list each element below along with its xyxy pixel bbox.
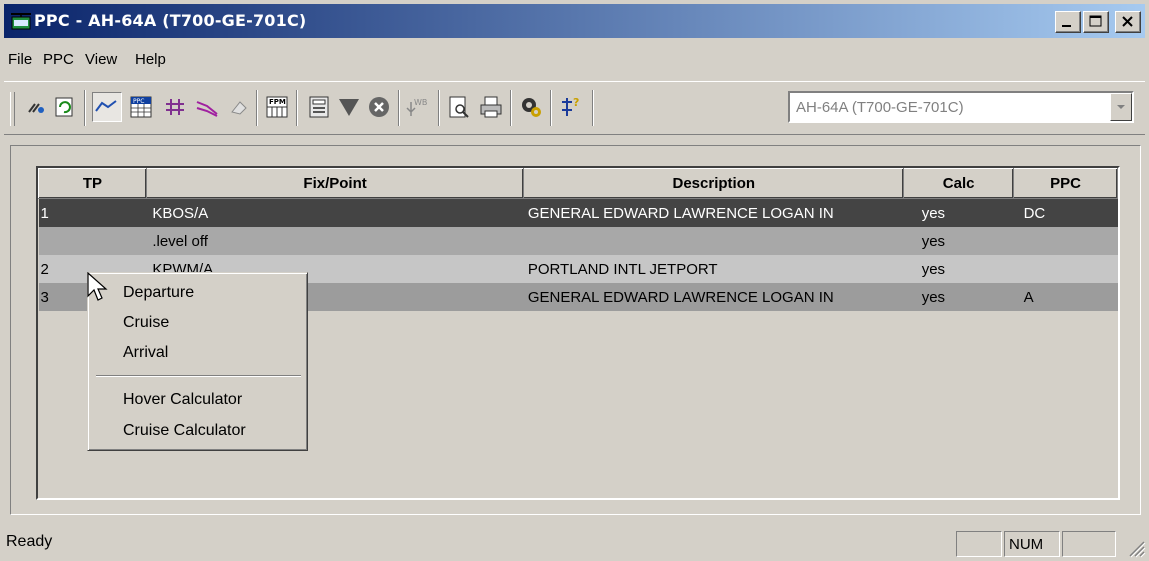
flight-path-icon[interactable] [194, 94, 220, 120]
col-header-description[interactable]: Description [523, 168, 905, 199]
table-row-selected[interactable]: 1 KBOS/A GENERAL EDWARD LAWRENCE LOGAN I… [38, 198, 1118, 227]
status-pane-caps [956, 531, 1002, 557]
cell-tp [38, 227, 147, 255]
context-item-cruise-calculator[interactable]: Cruise Calculator [123, 422, 246, 440]
status-pane-num: NUM [1004, 531, 1060, 557]
svg-text:PPC: PPC [133, 98, 144, 105]
status-bar: Ready NUM [0, 524, 1149, 561]
cell-fix-point: KBOS/A [146, 198, 524, 227]
toolbar-separator [256, 90, 258, 126]
menu-help[interactable]: Help [135, 51, 166, 68]
ppc-table-icon[interactable]: PPC [128, 94, 154, 120]
cell-ppc: A [1013, 283, 1118, 311]
cell-tp: 1 [38, 198, 147, 227]
toolbar-separator [398, 90, 400, 126]
cell-calc: yes [903, 283, 1014, 311]
cell-description [523, 227, 904, 255]
grid-icon[interactable] [162, 94, 188, 120]
cell-ppc: DC [1013, 198, 1118, 227]
close-button[interactable] [1115, 11, 1141, 33]
status-text: Ready [6, 533, 53, 550]
col-header-ppc[interactable]: PPC [1013, 168, 1118, 199]
app-window: PPC - AH-64A (T700-GE-701C) File PPC Vie… [0, 0, 1149, 561]
table-row[interactable]: .level off yes [38, 227, 1118, 255]
cell-calc: yes [903, 227, 1014, 255]
status-pane-scroll [1062, 531, 1116, 557]
resize-grip-icon[interactable] [1124, 536, 1146, 558]
context-item-hover-calculator[interactable]: Hover Calculator [123, 391, 242, 409]
context-item-arrival[interactable]: Arrival [123, 344, 168, 362]
aircraft-select-value: AH-64A (T700-GE-701C) [796, 99, 964, 116]
toolbar-grip[interactable] [10, 92, 15, 126]
menu-ppc[interactable]: PPC [43, 51, 74, 68]
toolbar-separator [84, 90, 86, 126]
close-icon [1122, 16, 1133, 27]
table-header-row: TP Fix/Point Description Calc PPC [38, 168, 1118, 199]
maximize-icon [1089, 15, 1102, 27]
help-context-icon[interactable]: ? [558, 94, 584, 120]
mouse-cursor-icon [87, 272, 108, 301]
print-icon[interactable] [478, 94, 504, 120]
context-menu-separator [96, 375, 301, 377]
calculator-icon[interactable] [306, 94, 332, 120]
svg-text:FPM: FPM [269, 98, 286, 106]
toolbar-separator [438, 90, 440, 126]
svg-text:?: ? [573, 96, 579, 109]
fpm-icon[interactable]: FPM [264, 94, 290, 120]
maximize-button[interactable] [1083, 11, 1109, 33]
minimize-icon [1062, 25, 1071, 27]
chevron-down-icon [1117, 105, 1125, 109]
toolbar: PPC FPM WB ? AH-64A (T700-GE-701C) [4, 81, 1145, 135]
toolbar-separator [510, 90, 512, 126]
erase-icon[interactable] [226, 94, 252, 120]
cell-description: PORTLAND INTL JETPORT [523, 255, 904, 283]
cell-description: GENERAL EDWARD LAWRENCE LOGAN IN [523, 198, 904, 227]
status-num-indicator: NUM [1009, 536, 1044, 553]
tools-icon[interactable] [24, 94, 50, 120]
cell-calc: yes [903, 255, 1014, 283]
aircraft-select-dropdown-button[interactable] [1110, 93, 1132, 121]
aircraft-select[interactable]: AH-64A (T700-GE-701C) [788, 91, 1134, 123]
filter-icon[interactable] [336, 94, 362, 120]
context-item-departure[interactable]: Departure [123, 284, 194, 302]
col-header-calc[interactable]: Calc [903, 168, 1015, 199]
cell-fix-point: .level off [146, 227, 524, 255]
refresh-icon[interactable] [52, 94, 78, 120]
cancel-icon[interactable] [366, 94, 392, 120]
cell-calc: yes [903, 198, 1014, 227]
window-title: PPC - AH-64A (T700-GE-701C) [34, 11, 307, 30]
col-header-tp[interactable]: TP [38, 168, 147, 199]
minimize-button[interactable] [1055, 11, 1081, 33]
menu-view[interactable]: View [85, 51, 117, 68]
cell-description: GENERAL EDWARD LAWRENCE LOGAN IN [523, 283, 904, 311]
menu-file[interactable]: File [8, 51, 32, 68]
svg-text:WB: WB [414, 98, 427, 107]
title-bar[interactable]: PPC - AH-64A (T700-GE-701C) [4, 4, 1145, 38]
context-item-cruise[interactable]: Cruise [123, 314, 169, 332]
menu-bar: File PPC View Help [0, 44, 1149, 72]
toolbar-separator [550, 90, 552, 126]
context-menu: Departure Cruise Arrival Hover Calculato… [87, 272, 308, 451]
settings-gear-icon[interactable] [518, 94, 544, 120]
cell-ppc [1013, 227, 1118, 255]
cell-ppc [1013, 255, 1118, 283]
col-header-fix-point[interactable]: Fix/Point [145, 168, 525, 199]
route-icon[interactable] [92, 92, 122, 122]
print-preview-icon[interactable] [446, 94, 472, 120]
toolbar-separator [592, 90, 594, 126]
app-helicopter-icon [11, 13, 31, 30]
wb-icon[interactable]: WB [406, 94, 432, 120]
toolbar-separator [296, 90, 298, 126]
